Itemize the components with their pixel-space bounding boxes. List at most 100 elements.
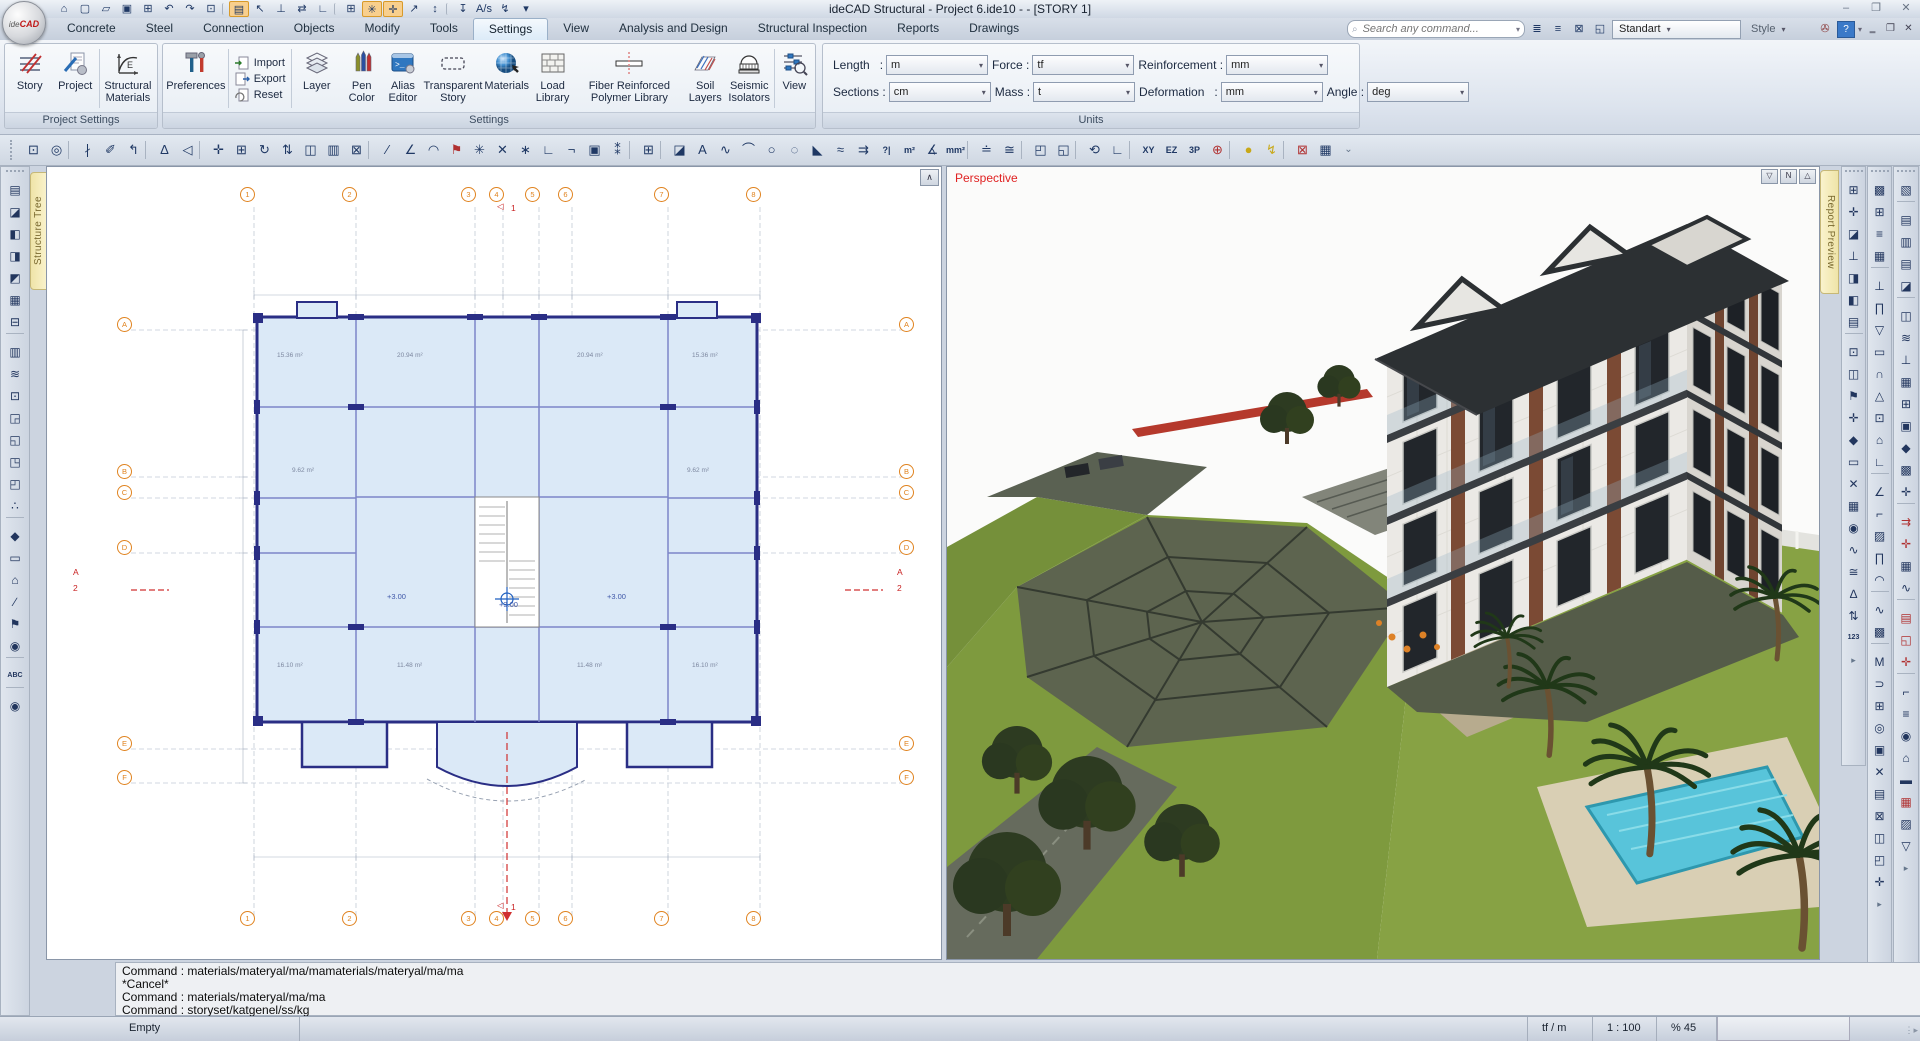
elevation[interactable]: ⊥ <box>271 1 291 17</box>
sep[interactable] <box>1871 267 1889 275</box>
chamfer[interactable]: ¬ <box>560 139 583 161</box>
checker[interactable]: ▩ <box>1869 621 1891 643</box>
import-button[interactable]: Import <box>234 56 286 70</box>
sep[interactable] <box>199 141 207 159</box>
select-similar[interactable]: ◪ <box>4 201 26 223</box>
spray[interactable]: ⁑ <box>606 139 629 161</box>
ribbon-tab[interactable]: Drawings <box>954 18 1034 40</box>
report-preview-tab[interactable]: Report Preview <box>1820 170 1839 294</box>
ribbon-tab[interactable]: Connection <box>188 18 279 40</box>
shade[interactable]: ▨ <box>1869 525 1891 547</box>
sep[interactable] <box>1129 141 1137 159</box>
explode[interactable]: ✕ <box>491 139 514 161</box>
sep[interactable] <box>1897 201 1915 209</box>
curve-r[interactable]: ∿ <box>1895 577 1917 599</box>
sep[interactable] <box>6 517 24 525</box>
report-3[interactable]: ▤ <box>1895 253 1917 275</box>
sep[interactable] <box>1075 141 1083 159</box>
extend[interactable]: ∠ <box>399 139 422 161</box>
image[interactable]: ◪ <box>668 139 691 161</box>
properties[interactable]: ▤ <box>4 179 26 201</box>
flag[interactable]: ⚑ <box>1843 385 1865 407</box>
window-minimize-button[interactable]: – <box>1838 2 1854 15</box>
grate[interactable]: ⊞ <box>1869 695 1891 717</box>
resize-grip[interactable]: ⋮▸ <box>1904 1025 1918 1036</box>
unit-select[interactable]: mm▾ <box>1226 55 1328 75</box>
bracket[interactable]: ⌐ <box>1869 503 1891 525</box>
auto-label[interactable]: ABC <box>4 665 26 687</box>
fillet[interactable]: ∟ <box>537 139 560 161</box>
zoom-window[interactable]: ⊡ <box>22 139 45 161</box>
slope[interactable]: ↗ <box>404 1 424 17</box>
command-search[interactable]: ⌕ ▾ <box>1347 20 1525 38</box>
align[interactable]: ⇄ <box>292 1 312 17</box>
report-1[interactable]: ▤ <box>1895 209 1917 231</box>
sep[interactable] <box>446 3 452 15</box>
paint[interactable]: ⚑ <box>445 139 468 161</box>
status-scale[interactable]: 1 : 100 <box>1593 1017 1657 1041</box>
grid[interactable]: ⊞ <box>1869 201 1891 223</box>
wall-label[interactable]: ◧ <box>1843 289 1865 311</box>
points[interactable]: ∴ <box>4 495 26 517</box>
grid-select[interactable]: ▦ <box>4 289 26 311</box>
ribbon-tab[interactable]: Analysis and Design <box>604 18 743 40</box>
save[interactable]: ▣ <box>117 1 137 17</box>
sep[interactable] <box>6 687 24 695</box>
stair[interactable]: M <box>1869 651 1891 673</box>
search-dropdown-icon[interactable]: ▾ <box>1516 25 1520 34</box>
mesh-r[interactable]: ▦ <box>1895 371 1917 393</box>
project-button[interactable]: Project <box>52 45 97 112</box>
pointer-tag[interactable]: ↰ <box>122 139 145 161</box>
coord-3p[interactable]: 3P <box>1183 139 1206 161</box>
run-macro[interactable]: ↯ <box>495 1 515 17</box>
divide[interactable]: ✳ <box>468 139 491 161</box>
tile-windows[interactable]: ◱ <box>1052 139 1075 161</box>
status-unit[interactable]: tf / m <box>1528 1017 1593 1041</box>
arrange[interactable]: ◰ <box>4 473 26 495</box>
spectrum[interactable]: ≋ <box>1895 327 1917 349</box>
node[interactable]: ◆ <box>1843 429 1865 451</box>
open[interactable]: ◫ <box>1843 363 1865 385</box>
library[interactable]: ◉ <box>4 635 26 657</box>
groups[interactable]: ◳ <box>4 451 26 473</box>
sep[interactable] <box>1897 673 1915 681</box>
render-settings-icon[interactable]: ✇ <box>1816 21 1834 37</box>
house-r[interactable]: ⌂ <box>1895 747 1917 769</box>
alias-editor-button[interactable]: >_ Alias Editor <box>382 45 423 112</box>
insert-level[interactable]: ↧ <box>453 1 473 17</box>
shade-r[interactable]: ▨ <box>1895 813 1917 835</box>
plan-scroll-up-button[interactable]: ∧ <box>920 169 939 186</box>
grid[interactable]: ⊞ <box>637 139 660 161</box>
cloud[interactable]: ◌ <box>783 139 806 161</box>
pair[interactable]: ◫ <box>1869 827 1891 849</box>
round-r[interactable]: ◉ <box>1895 725 1917 747</box>
new-window[interactable]: ◰ <box>1029 139 1052 161</box>
save-all[interactable]: ⊞ <box>138 1 158 17</box>
text[interactable]: A <box>691 139 714 161</box>
mesh[interactable]: ▦ <box>1843 495 1865 517</box>
unit-select[interactable]: deg▾ <box>1367 82 1469 102</box>
select-group[interactable]: ◩ <box>4 267 26 289</box>
more[interactable]: ▾ <box>516 1 536 17</box>
sep[interactable] <box>145 141 153 159</box>
overflow[interactable]: ▸ <box>1869 893 1891 915</box>
rotate-view[interactable]: ⟲ <box>1083 139 1106 161</box>
cut[interactable]: ✕ <box>1869 761 1891 783</box>
cross[interactable]: ✛ <box>1843 407 1865 429</box>
sheet[interactable]: ◫ <box>1895 305 1917 327</box>
pier[interactable]: ∏ <box>1869 297 1891 319</box>
toolbar-grip[interactable] <box>1897 170 1915 177</box>
structural-materials-button[interactable]: E Structural Materials <box>101 45 155 112</box>
sep[interactable] <box>1897 599 1915 607</box>
list[interactable]: ▤ <box>1869 783 1891 805</box>
deselect[interactable]: ⊟ <box>4 311 26 333</box>
beam-label[interactable]: ◨ <box>1843 267 1865 289</box>
sep[interactable] <box>68 141 76 159</box>
box[interactable]: ⊠ <box>1869 805 1891 827</box>
plumb[interactable]: ↕ <box>425 1 445 17</box>
slab[interactable]: ⊞ <box>1843 179 1865 201</box>
plus[interactable]: ✛ <box>1869 871 1891 893</box>
bar-r[interactable]: ▬ <box>1895 769 1917 791</box>
shelter[interactable]: ⌂ <box>1869 429 1891 451</box>
toolbar-grip[interactable] <box>10 140 16 160</box>
